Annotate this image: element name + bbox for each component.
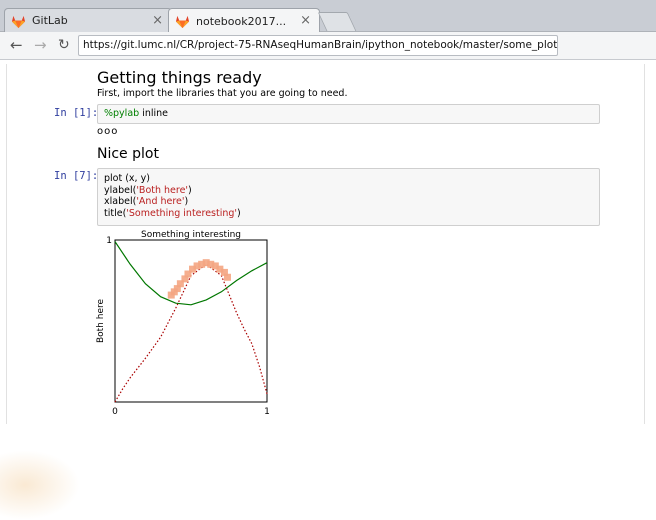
gitlab-fox-icon xyxy=(175,15,190,28)
y-tick-label: 1 xyxy=(106,236,112,246)
forward-arrow-icon[interactable]: → xyxy=(34,36,47,54)
code-string: 'Both here' xyxy=(136,184,189,196)
cell-prompt: In [1]: xyxy=(54,107,99,119)
code-cell-2[interactable]: plot (x, y) ylabel('Both here') xlabel('… xyxy=(97,168,600,226)
browser-toolbar: ← → ↻ https://git.lumc.nl/CR/project-75-… xyxy=(0,32,656,60)
code-cell-1[interactable]: %pylab inline xyxy=(97,104,600,124)
code-magic: %pylab xyxy=(104,108,140,119)
code-fn: ) xyxy=(237,207,241,219)
code-line: plot (x, y) xyxy=(104,173,150,184)
x-tick-label: 1 xyxy=(264,407,270,414)
code-string: 'And here' xyxy=(136,196,185,207)
tab-bar: GitLab × notebook2017... × xyxy=(0,0,656,33)
new-tab-button[interactable] xyxy=(317,12,357,31)
close-tab-icon[interactable]: × xyxy=(300,13,311,28)
tab-notebook[interactable]: notebook2017... × xyxy=(168,8,320,33)
code-line: title('Something interesting') xyxy=(104,208,593,220)
cell-prompt: In [7]: xyxy=(54,170,99,182)
code-fn: ylabel( xyxy=(104,184,137,196)
notebook-page: Getting things ready First, import the l… xyxy=(0,60,656,520)
back-arrow-icon[interactable]: ← xyxy=(10,36,23,54)
plot-axes-frame xyxy=(114,239,268,403)
y-axis-label: Both here xyxy=(96,299,106,344)
decorative-glow xyxy=(0,450,80,520)
tab-title: GitLab xyxy=(32,14,68,27)
collapsed-output-indicator[interactable]: ooo xyxy=(97,126,118,137)
tab-title: notebook2017... xyxy=(196,14,287,28)
code-fn: title( xyxy=(104,207,127,219)
code-fn: ) xyxy=(184,196,189,207)
section-text: First, import the libraries that you are… xyxy=(97,88,348,99)
code-fn: ) xyxy=(188,184,192,196)
code-string: 'Something interesting' xyxy=(126,207,238,219)
code-text: inline xyxy=(139,108,168,119)
address-bar[interactable]: https://git.lumc.nl/CR/project-75-RNAseq… xyxy=(78,35,558,56)
reload-icon[interactable]: ↻ xyxy=(58,36,70,54)
code-line: ylabel('Both here') xyxy=(104,185,593,197)
close-tab-icon[interactable]: × xyxy=(152,13,163,28)
gitlab-fox-icon xyxy=(11,15,26,28)
code-line: xlabel('And here') xyxy=(104,196,593,208)
chart-title: Something interesting xyxy=(141,230,241,240)
section-heading: Nice plot xyxy=(97,146,159,162)
output-plot: 011Something interestingAnd hereBoth her… xyxy=(88,228,288,429)
tab-gitlab[interactable]: GitLab × xyxy=(4,8,172,32)
chart-svg: 011Something interestingAnd hereBoth her… xyxy=(96,230,270,429)
data-point xyxy=(223,273,231,281)
code-fn: xlabel( xyxy=(104,196,137,207)
section-heading: Getting things ready xyxy=(97,68,262,87)
x-tick-label: 0 xyxy=(112,407,118,414)
